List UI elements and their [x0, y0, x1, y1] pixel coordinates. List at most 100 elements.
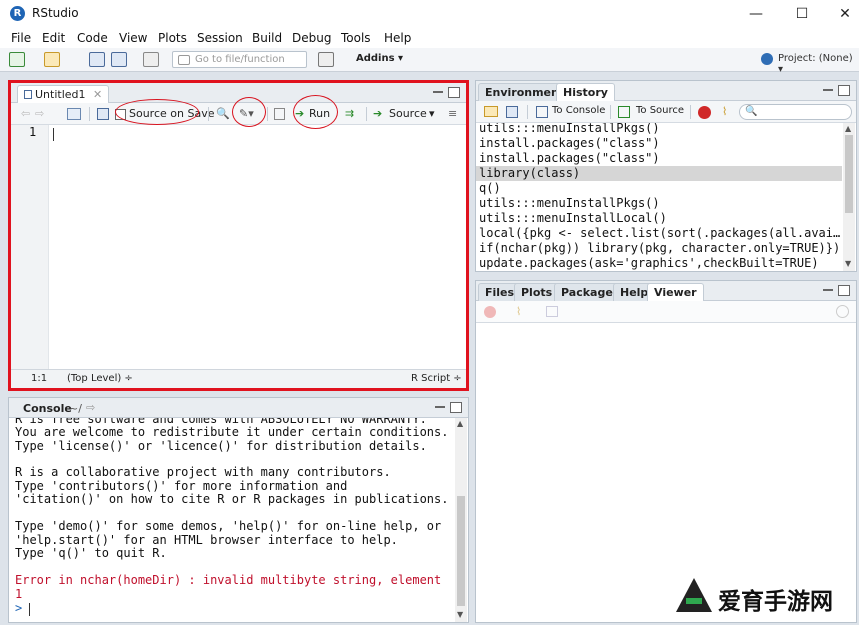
code-editor[interactable] — [49, 125, 466, 369]
environment-history-pane: Environment History To Console To Source… — [475, 80, 857, 272]
console-output[interactable]: R is free software and comes with ABSOLU… — [9, 418, 455, 622]
scroll-up-icon[interactable]: ▲ — [457, 419, 463, 428]
new-file-icon[interactable] — [9, 52, 25, 67]
maximize-button[interactable]: ☐ — [787, 4, 817, 24]
close-button[interactable]: ✕ — [830, 4, 859, 24]
close-tab-icon[interactable]: ✕ — [93, 88, 102, 101]
console-scrollbar[interactable]: ▲ ▼ — [455, 418, 467, 622]
save-history-icon[interactable] — [506, 106, 518, 118]
list-item[interactable]: if(nchar(pkg)) library(pkg, character.on… — [476, 241, 842, 256]
print-icon[interactable] — [143, 52, 159, 67]
goto-arrow-icon — [178, 55, 190, 65]
files-tab-bar: Files Plots Packages Help Viewer — [476, 281, 856, 301]
history-toolbar: To Console To Source ⌇ 🔍 — [476, 101, 856, 123]
window-title: RStudio — [32, 6, 79, 20]
to-console-button[interactable]: To Console — [552, 105, 605, 116]
project-menu[interactable]: Project: (None) ▾ — [778, 53, 859, 75]
env-tab-bar: Environment History — [476, 81, 856, 101]
menu-build[interactable]: Build — [252, 31, 282, 45]
broom-icon[interactable]: ⌇ — [722, 105, 727, 118]
list-item[interactable]: utils:::menuInstallPkgs() — [476, 123, 842, 136]
grid-layout-icon[interactable] — [318, 52, 334, 67]
history-search-input[interactable]: 🔍 — [739, 104, 852, 120]
minimize-console-icon[interactable] — [435, 406, 445, 409]
search-icon[interactable]: 🔍 — [216, 107, 230, 120]
scope-selector[interactable]: (Top Level) ÷ — [67, 373, 133, 384]
back-arrow-icon[interactable]: ⇦ — [21, 107, 30, 120]
popout-viewer-icon — [546, 306, 558, 317]
goto-file-input[interactable]: Go to file/function — [172, 51, 307, 68]
console-header: Console ~/ ⇨ — [9, 398, 468, 418]
console-error-line: Error in nchar(homeDir) : invalid multib… — [15, 573, 442, 587]
list-item-selected[interactable]: library(class) — [476, 166, 842, 181]
maximize-pane-icon[interactable] — [448, 87, 460, 98]
maximize-env-icon[interactable] — [838, 85, 850, 96]
menu-code[interactable]: Code — [77, 31, 108, 45]
list-item[interactable]: install.packages("class") — [476, 136, 842, 151]
menu-plots[interactable]: Plots — [158, 31, 187, 45]
watermark-logo-icon — [676, 578, 712, 612]
tab-history[interactable]: History — [556, 83, 615, 101]
annotation-circle-wand — [232, 97, 266, 127]
list-item[interactable]: local({pkg <- select.list(sort(.packages… — [476, 226, 842, 241]
goto-directory-icon[interactable]: ⇨ — [86, 401, 95, 414]
rerun-icon[interactable]: ⇉ — [345, 107, 354, 120]
list-item[interactable]: update.packages(ask='graphics',checkBuil… — [476, 256, 842, 271]
scroll-down-icon[interactable]: ▼ — [457, 610, 463, 619]
title-bar: R RStudio — ☐ ✕ — [0, 0, 859, 28]
list-item[interactable]: q() — [476, 181, 842, 196]
remove-entry-icon[interactable] — [698, 106, 711, 119]
console-path: ~/ — [69, 402, 82, 415]
scroll-down-icon[interactable]: ▼ — [845, 259, 851, 268]
scroll-thumb[interactable] — [457, 496, 465, 606]
addins-menu[interactable]: Addins ▾ — [356, 53, 403, 64]
search-icon: 🔍 — [745, 106, 758, 117]
source-editor-pane: Untitled1 ✕ ⇦ ⇨ Source on Save 🔍 ✎▾ ➔ Ru… — [8, 80, 469, 391]
outline-icon[interactable]: ≡ — [448, 107, 457, 120]
minimize-pane-icon[interactable] — [433, 91, 443, 94]
clear-viewer-icon: ⌇ — [516, 305, 522, 318]
history-list: utils:::menuInstallPkgs() install.packag… — [476, 123, 842, 271]
show-in-window-icon[interactable] — [67, 108, 81, 120]
menu-tools[interactable]: Tools — [341, 31, 371, 45]
r-file-icon — [24, 90, 32, 99]
save-all-icon[interactable] — [111, 52, 127, 67]
file-type-selector[interactable]: R Script ÷ — [411, 373, 462, 384]
source-arrow-icon: ➔ — [373, 107, 383, 120]
menu-view[interactable]: View — [119, 31, 147, 45]
viewer-toolbar: ⌇ — [476, 301, 856, 323]
console-cursor — [29, 603, 30, 616]
open-file-icon[interactable] — [44, 52, 60, 67]
scroll-thumb[interactable] — [845, 135, 853, 213]
list-item[interactable]: utils:::menuInstallPkgs() — [476, 196, 842, 211]
save-editor-icon[interactable] — [97, 108, 109, 120]
source-button[interactable]: Source — [389, 107, 427, 120]
save-icon[interactable] — [89, 52, 105, 67]
console-line: Type 'demo()' for some demos, 'help()' f… — [15, 519, 442, 533]
to-console-icon — [536, 106, 548, 118]
menu-session[interactable]: Session — [197, 31, 243, 45]
minimize-files-icon[interactable] — [823, 289, 833, 292]
load-history-icon[interactable] — [484, 106, 498, 117]
list-item[interactable]: install.packages("class") — [476, 151, 842, 166]
menu-file[interactable]: File — [11, 31, 31, 45]
console-line: Type 'q()' to quit R. — [15, 546, 167, 560]
menu-edit[interactable]: Edit — [42, 31, 65, 45]
minimize-env-icon[interactable] — [823, 89, 833, 92]
history-scrollbar[interactable]: ▲ ▼ — [843, 123, 855, 271]
scroll-up-icon[interactable]: ▲ — [845, 124, 851, 133]
compile-report-icon[interactable] — [274, 108, 285, 120]
tab-untitled1[interactable]: Untitled1 ✕ — [17, 85, 110, 103]
tab-viewer[interactable]: Viewer — [647, 283, 704, 301]
to-source-button[interactable]: To Source — [636, 105, 684, 116]
tab-plots[interactable]: Plots — [514, 283, 560, 301]
maximize-files-icon[interactable] — [838, 285, 850, 296]
list-item[interactable]: utils:::menuInstallLocal() — [476, 211, 842, 226]
annotation-circle-run — [293, 95, 338, 129]
menu-debug[interactable]: Debug — [292, 31, 331, 45]
forward-arrow-icon[interactable]: ⇨ — [35, 107, 44, 120]
maximize-console-icon[interactable] — [450, 402, 462, 413]
source-dropdown-icon[interactable]: ▾ — [429, 107, 435, 120]
menu-help[interactable]: Help — [384, 31, 411, 45]
minimize-button[interactable]: — — [741, 4, 771, 24]
